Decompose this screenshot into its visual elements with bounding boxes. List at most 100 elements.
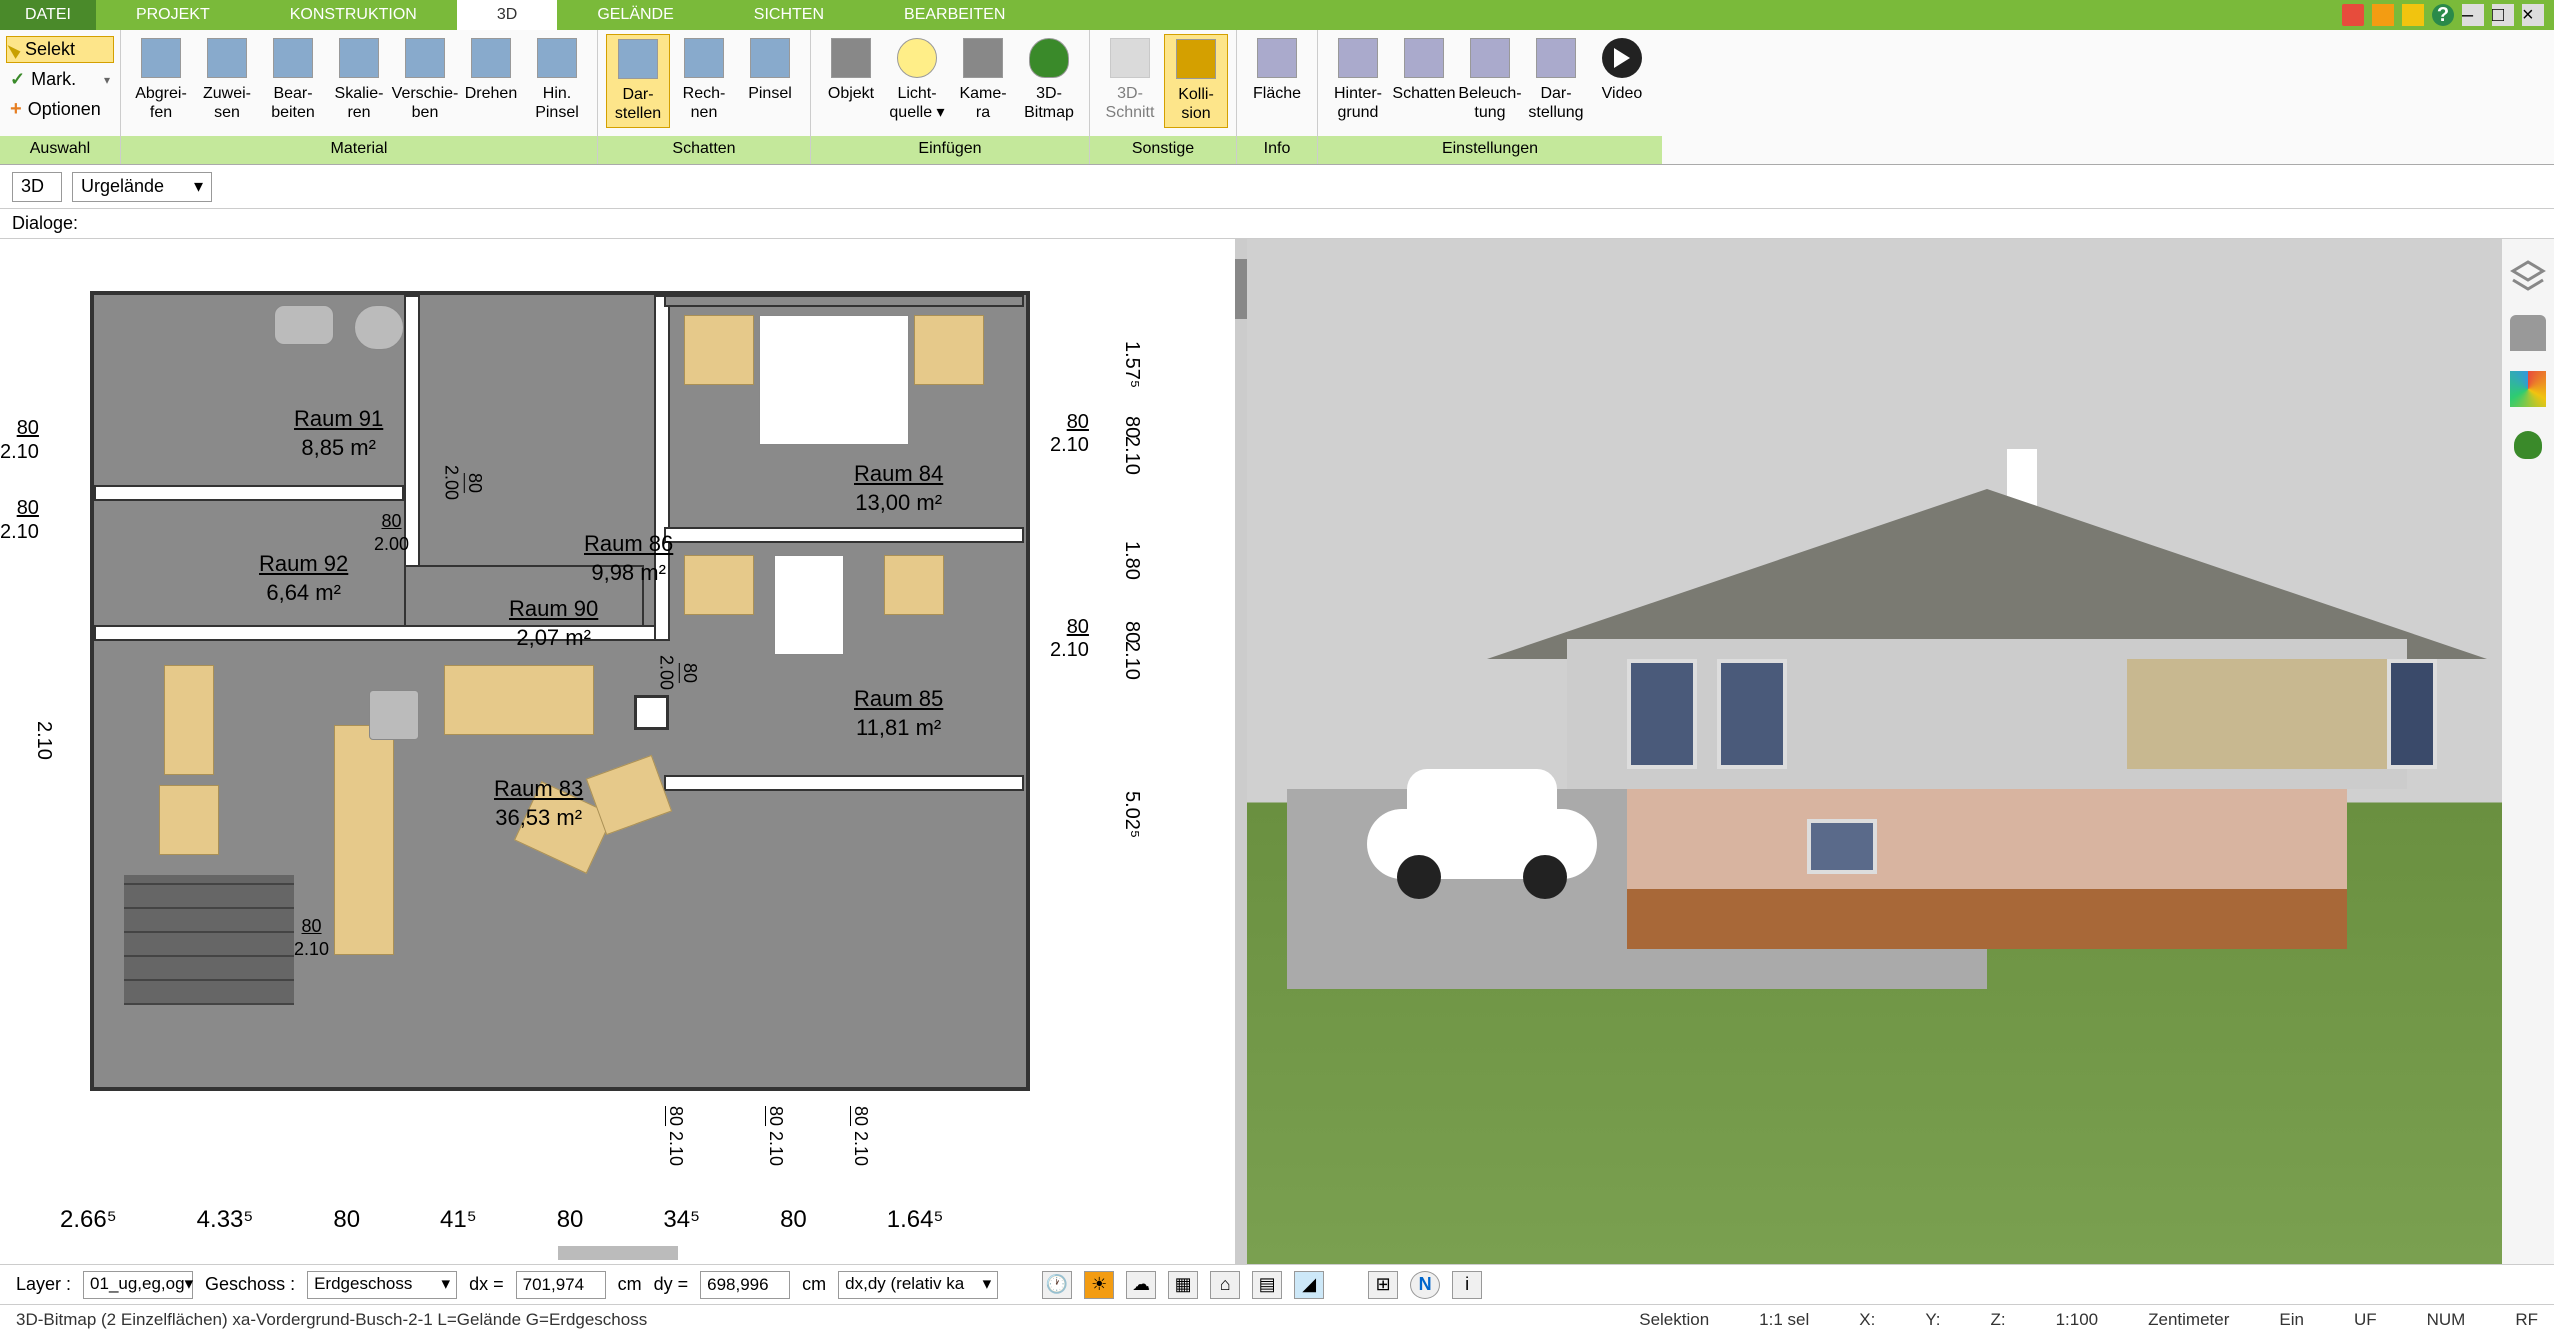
pen-icon[interactable] [2342, 4, 2364, 26]
dimension-inner-right: 802.10 [1050, 411, 1089, 457]
dimension-right: 1.80 [1120, 541, 1143, 580]
ribbon-btn-video[interactable]: Video [1590, 34, 1654, 107]
minimize-icon[interactable]: – [2462, 4, 2484, 26]
ribbon-btn-darstellen[interactable]: Dar-stellen [606, 34, 670, 128]
dx-label: dx = [469, 1274, 504, 1295]
ribbon-btn-abgreifen[interactable]: Abgrei-fen [129, 34, 193, 126]
cloud-icon[interactable]: ☁ [1126, 1271, 1156, 1299]
chair-icon[interactable] [2510, 315, 2546, 351]
dimension-value: 41⁵ [440, 1206, 477, 1234]
menu-bearbeiten[interactable]: BEARBEITEN [864, 0, 1045, 30]
ribbon-btn-beleuchtung[interactable]: Beleuch-tung [1458, 34, 1522, 126]
menu-sichten[interactable]: SICHTEN [714, 0, 864, 30]
dimension-left: 802.10 [0, 496, 39, 544]
tool-icon [537, 38, 577, 78]
room-label: Raum 8336,53 m² [494, 775, 583, 832]
ribbon-group-einfuegen: ObjektLicht-quelle ▾Kame-ra3D-Bitmap Ein… [810, 30, 1089, 164]
menu-3d[interactable]: 3D [457, 0, 557, 30]
ribbon-btn-drehen[interactable]: Drehen [459, 34, 523, 107]
ribbon-btn-flche[interactable]: Fläche [1245, 34, 1309, 107]
tool-icon [1176, 39, 1216, 79]
grid-toggle[interactable]: ⊞ [1368, 1271, 1398, 1299]
info-icon[interactable]: i [1452, 1271, 1482, 1299]
dx-input[interactable] [516, 1271, 606, 1299]
tool-icon [273, 38, 313, 78]
sun-icon[interactable]: ☀ [1084, 1271, 1114, 1299]
tree-icon[interactable] [2510, 427, 2546, 463]
ribbon-btn-schatten[interactable]: Schatten [1392, 34, 1456, 107]
status-uf: UF [2354, 1310, 2377, 1330]
tool-icon [339, 38, 379, 78]
ribbon-btn-darstellung[interactable]: Dar-stellung [1524, 34, 1588, 126]
dy-label: dy = [654, 1274, 689, 1295]
ribbon-btn-pinsel[interactable]: Pinsel [738, 34, 802, 107]
status-x: X: [1859, 1310, 1875, 1330]
tool-icon [1110, 38, 1150, 78]
tool-icon [1536, 38, 1576, 78]
cm-label: cm [618, 1274, 642, 1295]
wall [664, 775, 1024, 791]
roof-toggle[interactable]: ⌂ [1210, 1271, 1240, 1299]
ribbon-btn-objekt[interactable]: Objekt [819, 34, 883, 107]
optionen-button[interactable]: +Optionen [6, 96, 114, 123]
ribbon-btn-rechnen[interactable]: Rech-nen [672, 34, 736, 126]
status-y: Y: [1925, 1310, 1940, 1330]
geschoss-label: Geschoss : [205, 1274, 295, 1295]
ribbon-btn-dbitmap[interactable]: 3D-Bitmap [1017, 34, 1081, 126]
ribbon-auswahl-group: Selekt ✓Mark.▾ +Optionen Auswahl [0, 30, 120, 164]
box-icon[interactable] [2372, 4, 2394, 26]
wall-toggle[interactable]: ▤ [1252, 1271, 1282, 1299]
group-label-sonstige: Sonstige [1090, 136, 1236, 164]
grid-icon[interactable] [2402, 4, 2424, 26]
layers-btn[interactable]: ▦ [1168, 1271, 1198, 1299]
palette-icon[interactable] [2510, 371, 2546, 407]
mode-box[interactable]: 3D [12, 172, 62, 202]
ribbon-btn-skalieren[interactable]: Skalie-ren [327, 34, 391, 126]
ribbon-btn-kamera[interactable]: Kame-ra [951, 34, 1015, 126]
terrace [1627, 889, 2347, 949]
window [1627, 659, 1697, 769]
ribbon-btn-kollision[interactable]: Kolli-sion [1164, 34, 1228, 128]
furniture-shelf [164, 665, 214, 775]
geschoss-select[interactable]: Erdgeschoss▾ [307, 1271, 457, 1299]
splitter-handle[interactable] [1235, 259, 1247, 319]
ribbon-btn-dschnitt[interactable]: 3D-Schnitt [1098, 34, 1162, 126]
dialoge-label: Dialoge: [12, 213, 78, 233]
plus-icon: + [10, 98, 22, 121]
floorplan: Raum 918,85 m²Raum 8413,00 m²Raum 926,64… [50, 251, 1130, 1171]
ribbon-btn-lichtquelle[interactable]: Licht-quelle ▾ [885, 34, 949, 126]
3d-view-pane[interactable] [1247, 239, 2554, 1264]
status-selektion: Selektion [1639, 1310, 1709, 1330]
help-icon[interactable]: ? [2432, 4, 2454, 26]
urgelaende-dropdown[interactable]: Urgelände▾ [72, 172, 212, 202]
dimension-bottom-wall: 80 2.10 [665, 1106, 686, 1166]
selekt-button[interactable]: Selekt [6, 36, 114, 63]
menu-konstruktion[interactable]: KONSTRUKTION [250, 0, 457, 30]
menu-file[interactable]: DATEI [0, 0, 96, 30]
status-ein: Ein [2279, 1310, 2304, 1330]
maximize-icon[interactable]: □ [2492, 4, 2514, 26]
ribbon-btn-verschieben[interactable]: Verschie-ben [393, 34, 457, 126]
north-icon[interactable]: N [1410, 1271, 1440, 1299]
ribbon-btn-bearbeiten[interactable]: Bear-beiten [261, 34, 325, 126]
menu-projekt[interactable]: PROJEKT [96, 0, 250, 30]
ribbon-btn-hintergrund[interactable]: Hinter-grund [1326, 34, 1390, 126]
menu-gelaende[interactable]: GELÄNDE [557, 0, 713, 30]
formula-bar: 3D Urgelände▾ [0, 165, 2554, 209]
pane-splitter[interactable] [1235, 239, 1247, 1264]
close-icon[interactable]: × [2522, 4, 2544, 26]
ribbon-btn-hinpinsel[interactable]: Hin.Pinsel [525, 34, 589, 126]
floor-toggle[interactable]: ◢ [1294, 1271, 1324, 1299]
tool-icon [1338, 38, 1378, 78]
coord-mode-select[interactable]: dx,dy (relativ ka▾ [838, 1271, 998, 1299]
mark-button[interactable]: ✓Mark.▾ [6, 67, 114, 92]
layers-icon[interactable] [2510, 259, 2546, 295]
dy-input[interactable] [700, 1271, 790, 1299]
tool-icon [405, 38, 445, 78]
ribbon: Selekt ✓Mark.▾ +Optionen Auswahl Abgrei-… [0, 30, 2554, 165]
layer-select[interactable]: 01_ug,eg,og▾ [83, 1271, 193, 1299]
clock-icon[interactable]: 🕐 [1042, 1271, 1072, 1299]
scrollbar-horizontal[interactable] [558, 1246, 678, 1260]
ribbon-btn-zuweisen[interactable]: Zuwei-sen [195, 34, 259, 126]
floorplan-pane[interactable]: Raum 918,85 m²Raum 8413,00 m²Raum 926,64… [0, 239, 1235, 1264]
